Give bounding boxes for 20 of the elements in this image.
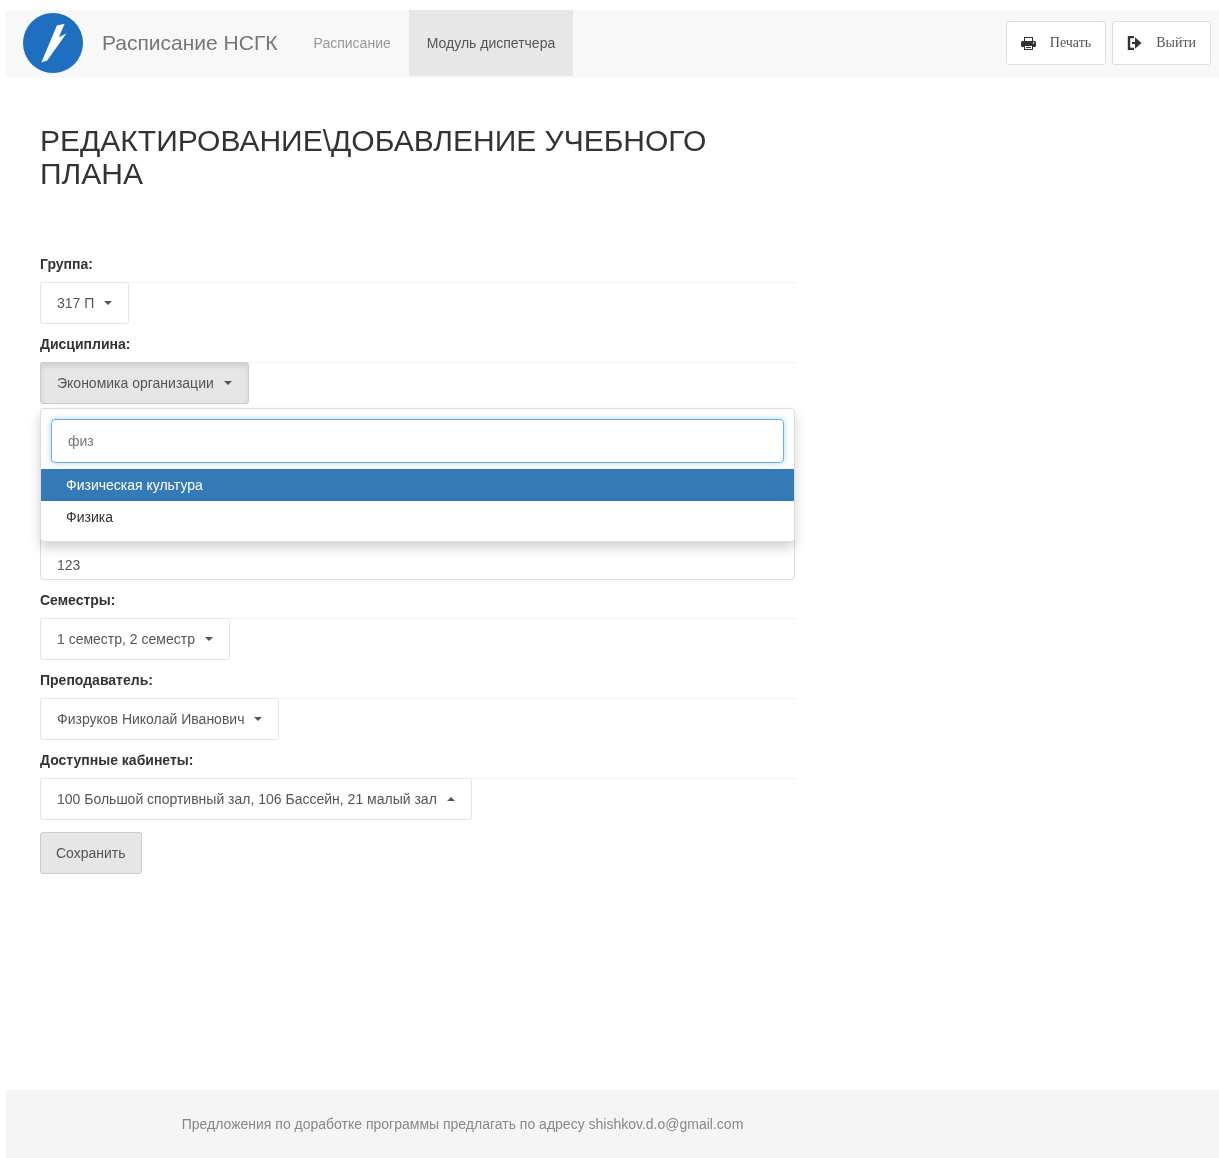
select-dropdown[interactable]: 317 П: [40, 282, 130, 324]
nav-link[interactable]: Модуль диспетчера: [408, 10, 574, 76]
logout-button[interactable]: Выйти: [1112, 21, 1211, 65]
footer-text: Предложения по доработке программы предлагать по адресу shishkov.d.o@gmail.com: [181, 1116, 744, 1132]
select-dropdown[interactable]: 1 семестр, 2 семестр: [40, 618, 230, 660]
field-label: Дисциплина:: [40, 336, 132, 352]
select-dropdown[interactable]: 100 Большой спортивный зал, 106 Бассейн, 21 малый зал: [40, 778, 472, 820]
field-label: Семестры:: [40, 592, 117, 608]
brand-link[interactable]: Расписание НСГК: [102, 31, 278, 55]
search-field[interactable]: физ: [51, 419, 784, 463]
field-label: Преподаватель:: [40, 672, 154, 688]
dropdown-option[interactable]: Физическая культура: [41, 469, 794, 501]
field-label: Группа:: [40, 256, 94, 272]
field-label: Доступные кабинеты:: [40, 752, 195, 768]
dropdown-option[interactable]: Физика: [41, 501, 794, 533]
select-dropdown[interactable]: Физруков Николай Иванович: [40, 698, 280, 740]
select-dropdown[interactable]: Экономика организации: [40, 362, 249, 404]
page-heading: РЕДАКТИРОВАНИЕ\ДОБАВЛЕНИЕ УЧЕБНОГО ПЛАНА: [40, 124, 708, 190]
save-button[interactable]: Сохранить: [40, 832, 142, 874]
print-button[interactable]: Печать: [1005, 21, 1107, 65]
